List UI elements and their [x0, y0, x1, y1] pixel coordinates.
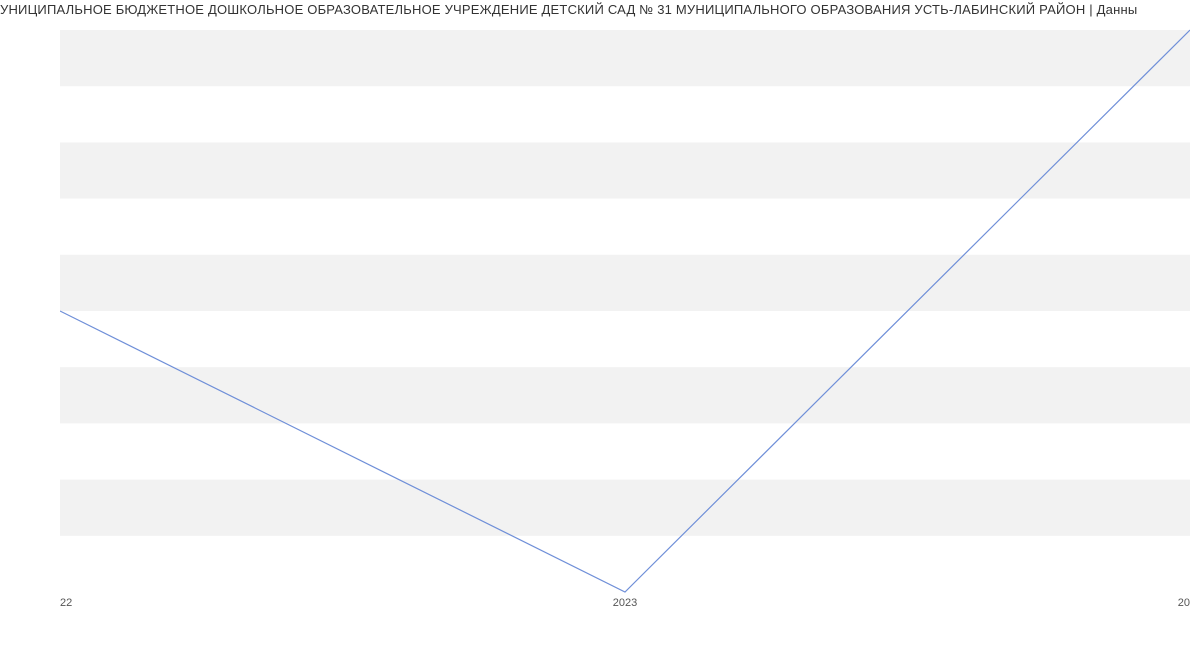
- chart-svg: 2400024200244002460024800250002520025400…: [60, 22, 1190, 612]
- x-tick-label: 2022: [60, 597, 72, 609]
- x-tick-label: 2024: [1178, 597, 1190, 609]
- chart-title: УНИЦИПАЛЬНОЕ БЮДЖЕТНОЕ ДОШКОЛЬНОЕ ОБРАЗО…: [0, 2, 1200, 17]
- chart-plot-area: 2400024200244002460024800250002520025400…: [60, 22, 1190, 612]
- x-tick-label: 2023: [613, 597, 637, 609]
